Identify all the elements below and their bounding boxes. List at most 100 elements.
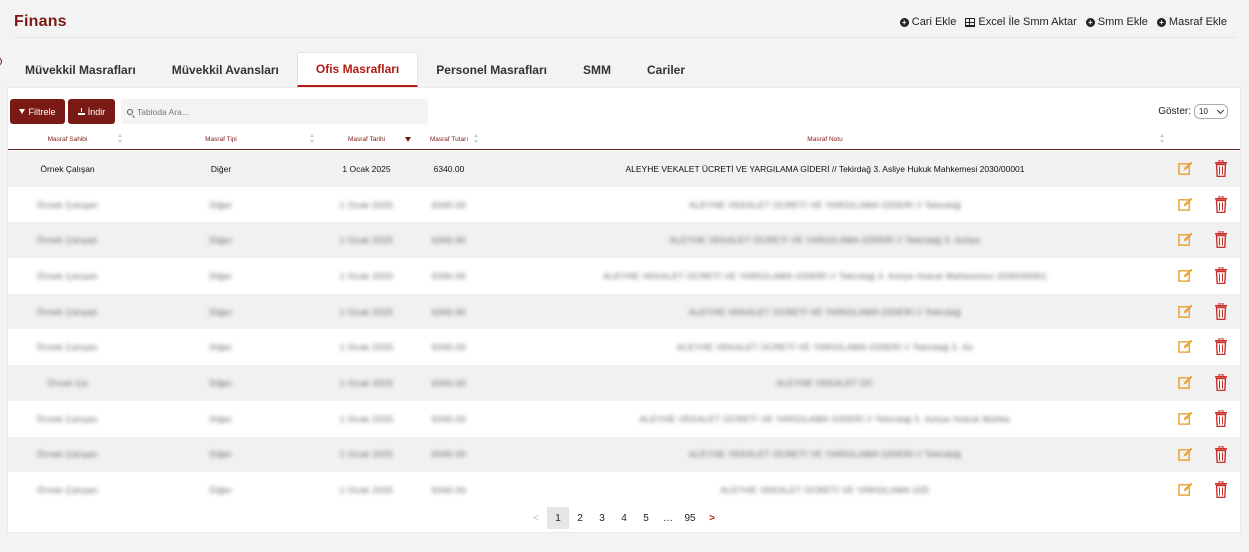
table-row: Örnek Çalışan Diğer 1 Ocak 2025 6340.00 ALEY… [8,293,1240,330]
trash-icon[interactable] [1215,195,1227,213]
column-header-date[interactable]: Masraf Tarihi [324,129,409,149]
tab-client-advances[interactable]: Müvekkil Avansları [154,52,297,87]
edit-icon[interactable] [1178,232,1193,247]
cell-type: Diğer [209,235,233,246]
cell-type: Diğer [209,377,233,388]
cell-type: Diğer [209,413,233,424]
cell-type: Diğer [209,485,233,496]
page-button[interactable]: 5 [635,507,657,529]
side-handle[interactable] [0,57,2,66]
cell-date: 1 Ocak 2025 [339,235,394,246]
edit-icon[interactable] [1178,197,1193,212]
table-row: Örnek Çalışan Diğer 1 Ocak 2025 6340.00 ALEY… [8,401,1240,437]
download-label: İndir [87,106,106,117]
cell-owner: Örnek Ça [47,377,88,388]
tab-staff-expenses[interactable]: Personel Masrafları [418,52,565,87]
excel-import-button[interactable]: Excel İle Smm Aktar [965,16,1077,28]
edit-icon[interactable] [1178,268,1193,283]
search-input[interactable] [137,106,417,117]
cell-note: ALEYHE VEKALET ÜCRETİ VE YARGILAMA GİDER… [625,163,1025,174]
cell-type: Diğer [209,449,233,460]
page-size-select[interactable]: 10 [1194,104,1228,119]
cell-date: 1 Ocak 2025 [339,306,394,317]
add-account-label: Cari Ekle [911,16,957,28]
trash-icon[interactable] [1215,159,1227,178]
column-header-label: Masraf Sahibi [47,135,88,143]
table-row: Örnek Ça Diğer 1 Ocak 2025 6340.00 ALEYHE VE… [8,365,1240,401]
add-smm-label: Smm Ekle [1097,16,1148,28]
search-icon [127,108,133,115]
table-row: Örnek Çalışan Diğer 1 Ocak 2025 6340.00 ALEY… [8,187,1240,223]
edit-icon[interactable] [1178,411,1193,426]
page-button[interactable]: 4 [613,507,635,529]
add-smm-button[interactable]: + Smm Ekle [1085,16,1148,28]
table-row: Örnek Çalışan Diğer 1 Ocak 2025 6340.00 ALEY… [8,151,1240,187]
column-header-label: Masraf Notu [807,135,843,143]
cell-date: 1 Ocak 2025 [339,199,394,210]
table-row: Örnek Çalışan Diğer 1 Ocak 2025 6340.00 ALEY… [8,222,1240,259]
prev-page-button[interactable]: < [525,507,547,529]
filter-icon [19,109,26,114]
excel-import-label: Excel İle Smm Aktar [978,16,1077,28]
cell-amount: 6340.00 [431,306,467,317]
column-header-amount[interactable]: Masraf Tutarı [424,129,474,149]
cell-note: ALEYHE VEKALET ÜCRETİ VE YARGILAMA GİD [720,485,930,496]
sort-icon[interactable] [118,134,122,143]
cell-date: 1 Ocak 2025 [339,485,394,496]
cell-date: 1 Ocak 2025 [339,413,394,424]
add-account-button[interactable]: + Cari Ekle [899,16,957,28]
edit-icon[interactable] [1178,161,1193,176]
page-size-control: Göster: 10 [1158,104,1228,119]
edit-icon[interactable] [1178,482,1193,497]
cell-date: 1 Ocak 2025 [339,449,394,460]
edit-icon[interactable] [1178,447,1193,462]
page-button[interactable]: 3 [591,507,613,529]
cell-date: 1 Ocak 2025 [339,377,394,388]
column-header-owner[interactable]: Masraf Sahibi [10,129,125,149]
column-header-note[interactable]: Masraf Notu [488,129,1162,149]
cell-owner: Örnek Çalışan [37,199,98,210]
column-header-type[interactable]: Masraf Tipi [161,129,281,149]
trash-icon[interactable] [1215,373,1227,392]
filter-button[interactable]: Filtrele [10,99,65,124]
cell-owner: Örnek Çalışan [40,163,95,174]
cell-amount: 6340.00 [431,449,467,460]
page-size-label: Göster: [1158,106,1191,117]
cell-type: Diğer [209,306,233,317]
table-row: Örnek Çalışan Diğer 1 Ocak 2025 6340.00 ALEY… [8,436,1240,473]
download-button[interactable]: İndir [68,99,115,124]
next-page-button[interactable]: > [701,507,723,529]
cell-date: 1 Ocak 2025 [339,342,394,353]
plus-circle-icon: + [1085,17,1095,27]
page-button[interactable]: 1 [547,507,569,529]
sort-icon[interactable] [1160,134,1164,143]
trash-icon[interactable] [1215,480,1227,499]
expenses-panel: Filtrele İndir Göster: 10 Masraf Sahibi … [7,87,1241,533]
table-header: Masraf Sahibi Masraf Tipi Masraf Tarihi … [8,129,1240,150]
trash-icon[interactable] [1215,266,1227,285]
cell-amount: 6340.00 [431,342,467,353]
tab-office-expenses[interactable]: Ofis Masrafları [296,52,419,87]
table-row: Örnek Çalışan Diğer 1 Ocak 2025 6340.00 ALEY… [8,472,1240,508]
edit-icon[interactable] [1178,304,1193,319]
plus-circle-icon: + [1156,17,1166,27]
trash-icon[interactable] [1215,302,1227,320]
sort-icon[interactable] [474,134,478,143]
edit-icon[interactable] [1178,375,1193,390]
cell-type: Diğer [210,163,232,174]
tab-client-expenses[interactable]: Müvekkil Masrafları [7,52,154,87]
trash-icon[interactable] [1215,445,1227,463]
tab-smm[interactable]: SMM [565,52,629,87]
sort-icon[interactable] [310,134,314,143]
add-expense-button[interactable]: + Masraf Ekle [1156,16,1227,28]
trash-icon[interactable] [1215,409,1227,428]
trash-icon[interactable] [1215,337,1227,356]
sort-desc-icon[interactable] [405,137,411,142]
edit-icon[interactable] [1178,339,1193,354]
cell-type: Diğer [209,270,233,281]
cell-note: ALEYHE VEKALET ÜCRETİ VE YARGILAMA GİDER… [689,449,961,460]
page-button[interactable]: 2 [569,507,591,529]
trash-icon[interactable] [1215,230,1227,249]
tab-accounts[interactable]: Cariler [629,52,703,87]
page-button[interactable]: 95 [679,507,701,529]
